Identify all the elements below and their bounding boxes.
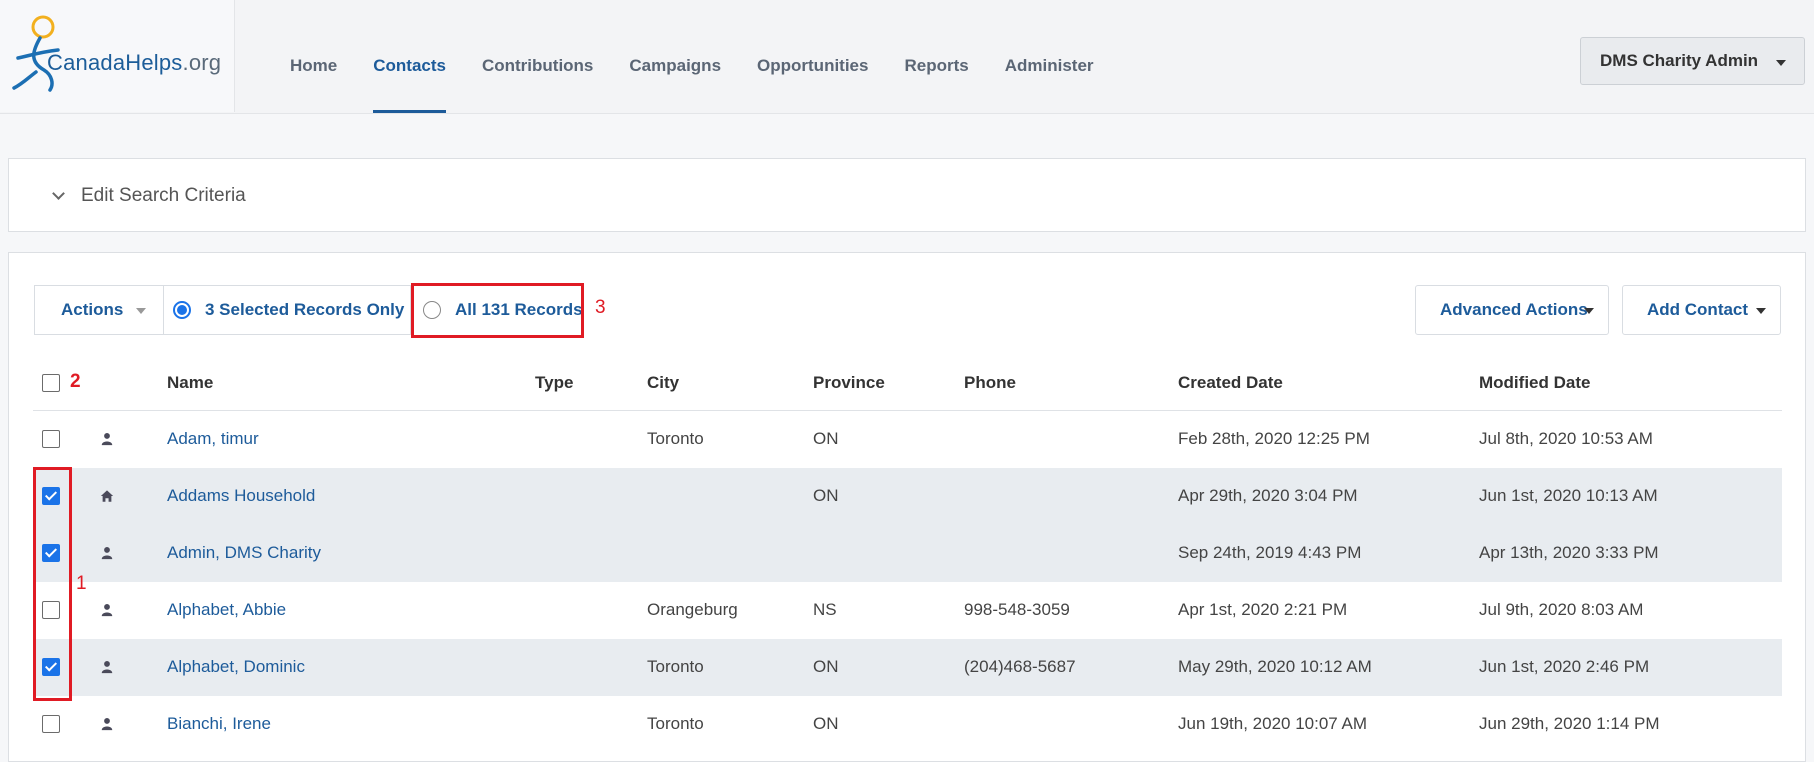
nav-item-contributions[interactable]: Contributions (482, 0, 593, 113)
table-row: Admin, DMS Charity Sep 24th, 2019 4:43 PM… (33, 525, 1782, 582)
home-icon (100, 488, 116, 504)
caret-down-icon (1776, 60, 1786, 66)
caret-down-icon (1756, 308, 1766, 314)
selected-records-option[interactable]: 3 Selected Records Only (163, 285, 411, 335)
cell-phone: 998-548-3059 (964, 600, 1070, 619)
table-header: 2 Name Type City Province Phone Created … (33, 356, 1782, 411)
cell-city: Toronto (647, 429, 704, 448)
actions-dropdown[interactable]: Actions (34, 285, 164, 335)
nav-item-opportunities[interactable]: Opportunities (757, 0, 868, 113)
row-checkbox[interactable] (42, 430, 60, 448)
nav-item-home[interactable]: Home (290, 0, 337, 113)
cell-created: Apr 1st, 2020 2:21 PM (1178, 600, 1348, 619)
edit-search-criteria-panel[interactable]: Edit Search Criteria (8, 158, 1806, 232)
caret-down-icon (136, 307, 147, 314)
column-header-created-date[interactable]: Created Date (1178, 373, 1283, 393)
annotation-box-1 (33, 467, 72, 701)
advanced-actions-button[interactable]: Advanced Actions (1415, 285, 1609, 335)
annotation-label-3: 3 (595, 297, 606, 318)
cell-name[interactable]: Addams Household (167, 486, 315, 506)
person-icon (100, 431, 116, 447)
annotation-label-1: 1 (76, 573, 87, 594)
cell-province: ON (813, 486, 839, 505)
cell-city: Toronto (647, 714, 704, 733)
cell-province: ON (813, 657, 839, 676)
main-nav: Home Contacts Contributions Campaigns Opport… (272, 0, 1112, 113)
table-row: Bianchi, Irene Toronto ON Jun 19th, 2020 10… (33, 696, 1782, 753)
add-contact-label: Add Contact (1647, 300, 1749, 319)
selected-records-label[interactable]: 3 Selected Records Only (205, 300, 404, 320)
cell-province: NS (813, 600, 837, 619)
advanced-actions-label: Advanced Actions (1440, 300, 1588, 319)
person-icon (100, 716, 116, 732)
table-row: Adam, timur Toronto ON Feb 28th, 2020 12:25… (33, 411, 1782, 468)
person-icon (100, 659, 116, 675)
table-row: Alphabet, Dominic Toronto ON (204)468-5687 M… (33, 639, 1782, 696)
caret-down-icon (1584, 308, 1594, 314)
user-menu-label: DMS Charity Admin (1600, 51, 1759, 70)
selected-records-radio[interactable] (173, 301, 191, 319)
annotation-label-2: 2 (70, 371, 81, 392)
cell-name[interactable]: Alphabet, Dominic (167, 657, 305, 677)
annotation-box-3 (411, 283, 584, 338)
cell-name[interactable]: Alphabet, Abbie (167, 600, 286, 620)
select-all-checkbox[interactable] (42, 374, 60, 392)
cell-name[interactable]: Adam, timur (167, 429, 259, 449)
column-header-province[interactable]: Province (813, 373, 885, 393)
cell-city: Toronto (647, 657, 704, 676)
cell-modified: Jul 9th, 2020 8:03 AM (1479, 600, 1644, 619)
cell-modified: Jun 29th, 2020 1:14 PM (1479, 714, 1660, 733)
column-header-modified-date[interactable]: Modified Date (1479, 373, 1590, 393)
cell-modified: Jun 1st, 2020 10:13 AM (1479, 486, 1658, 505)
add-contact-button[interactable]: Add Contact (1622, 285, 1781, 335)
edit-search-criteria-title: Edit Search Criteria (81, 185, 246, 206)
column-header-name[interactable]: Name (167, 373, 213, 393)
nav-item-administer[interactable]: Administer (1005, 0, 1094, 113)
column-header-type[interactable]: Type (535, 373, 573, 393)
cell-created: Feb 28th, 2020 12:25 PM (1178, 429, 1370, 448)
table-row: Addams Household ON Apr 29th, 2020 3:04 PM… (33, 468, 1782, 525)
top-navigation-bar: CanadaHelps.org Home Contacts Contribution… (0, 0, 1814, 114)
cell-name[interactable]: Bianchi, Irene (167, 714, 271, 734)
cell-province: ON (813, 429, 839, 448)
cell-phone: (204)468-5687 (964, 657, 1076, 676)
chevron-down-icon (52, 187, 65, 200)
cell-modified: Jul 8th, 2020 10:53 AM (1479, 429, 1653, 448)
cell-created: Jun 19th, 2020 10:07 AM (1178, 714, 1368, 733)
table-body: Adam, timur Toronto ON Feb 28th, 2020 12:25… (33, 411, 1782, 753)
cell-province: ON (813, 714, 839, 733)
nav-item-contacts[interactable]: Contacts (373, 0, 446, 113)
nav-item-reports[interactable]: Reports (904, 0, 968, 113)
cell-name[interactable]: Admin, DMS Charity (167, 543, 321, 563)
logo[interactable]: CanadaHelps.org (0, 0, 235, 112)
cell-city: Orangeburg (647, 600, 738, 619)
person-icon (100, 545, 116, 561)
person-icon (100, 602, 116, 618)
column-header-city[interactable]: City (647, 373, 679, 393)
table-row: Alphabet, Abbie Orangeburg NS 998-548-3059 A… (33, 582, 1782, 639)
cell-modified: Jun 1st, 2020 2:46 PM (1479, 657, 1650, 676)
results-panel: Actions 3 Selected Records Only All 131 … (8, 252, 1806, 762)
logo-wordmark: CanadaHelps.org (47, 50, 222, 75)
row-checkbox[interactable] (42, 715, 60, 733)
cell-created: Apr 29th, 2020 3:04 PM (1178, 486, 1358, 505)
actions-label: Actions (61, 300, 124, 319)
user-menu-button[interactable]: DMS Charity Admin (1580, 37, 1805, 85)
cell-created: Sep 24th, 2019 4:43 PM (1178, 543, 1362, 562)
contacts-table: 2 Name Type City Province Phone Created … (33, 356, 1782, 753)
cell-modified: Apr 13th, 2020 3:33 PM (1479, 543, 1659, 562)
cell-created: May 29th, 2020 10:12 AM (1178, 657, 1372, 676)
column-header-phone[interactable]: Phone (964, 373, 1016, 393)
nav-item-campaigns[interactable]: Campaigns (629, 0, 721, 113)
